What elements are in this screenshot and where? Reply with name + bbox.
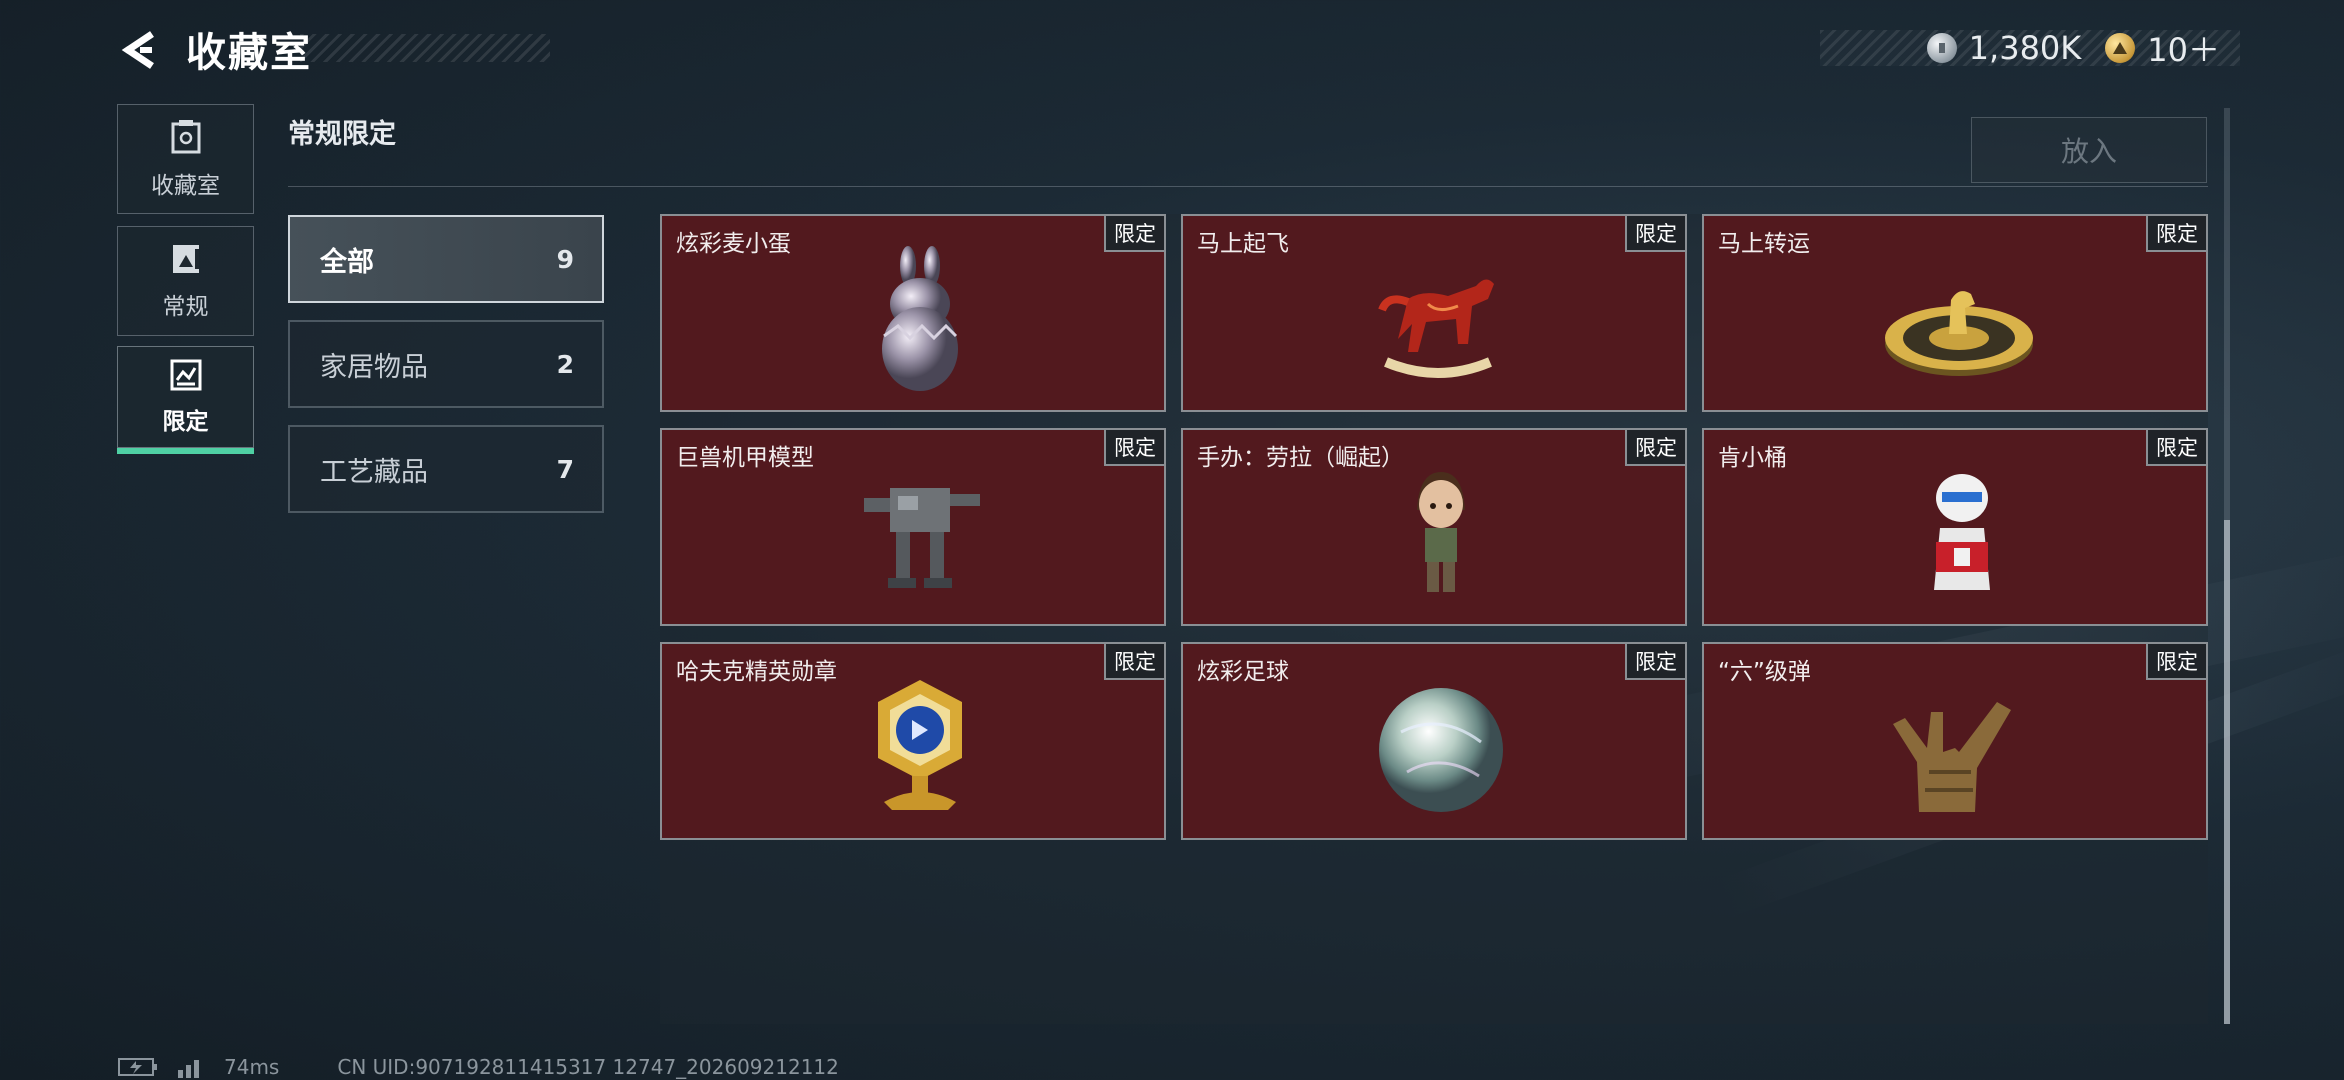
currency-bar: 1,380K 10＋ <box>1820 29 2240 69</box>
nav-item-collection-room[interactable]: 收藏室 <box>117 104 254 214</box>
limited-badge: 限定 <box>1625 644 1685 680</box>
gold-triangle-coin-icon <box>2105 33 2136 63</box>
golden-horse-wheel-icon <box>1885 291 2033 376</box>
nav-label: 收藏室 <box>151 173 220 199</box>
item-name: 炫彩麦小蛋 <box>676 231 791 257</box>
item-card[interactable]: 巨兽机甲模型 限定 <box>660 428 1166 626</box>
status-footer: 74ms CN UID:907192811415317 12747_202609… <box>118 1055 839 1079</box>
filter-home-items[interactable]: 家居物品 2 <box>288 320 604 408</box>
regular-album-icon <box>172 245 199 273</box>
nav-label: 限定 <box>162 409 209 435</box>
item-name: 马上起飞 <box>1197 231 1289 257</box>
page-title: 收藏室 <box>186 30 312 76</box>
signal-icon <box>178 1060 199 1078</box>
title-decoration <box>300 34 550 62</box>
colonel-bucket-figure-icon <box>1934 474 1990 590</box>
elite-medal-icon <box>878 680 962 810</box>
scrollbar-thumb[interactable] <box>2224 520 2230 1024</box>
limited-badge: 限定 <box>2146 430 2206 466</box>
limited-badge: 限定 <box>1104 430 1164 466</box>
limited-badge: 限定 <box>2146 216 2206 252</box>
limited-badge: 限定 <box>1104 644 1164 680</box>
item-name: 肯小桶 <box>1718 445 1787 471</box>
user-uid: CN UID:907192811415317 12747_20260921211… <box>337 1055 839 1079</box>
filter-label: 工艺藏品 <box>320 456 428 488</box>
item-card[interactable]: 肯小桶 限定 <box>1702 428 2208 626</box>
back-arrow-icon <box>121 31 154 69</box>
item-name: 哈夫克精英勋章 <box>676 659 837 685</box>
top-bar: 收藏室 1,380K 10＋ <box>0 0 2344 100</box>
limited-badge: 限定 <box>1104 216 1164 252</box>
item-card[interactable]: “六”级弹 限定 <box>1702 642 2208 840</box>
item-name: “六”级弹 <box>1718 659 1811 685</box>
silver-currency-value: 1,380K <box>1968 29 2082 67</box>
place-button[interactable]: 放入 <box>1971 117 2207 183</box>
filter-all[interactable]: 全部 9 <box>288 215 604 303</box>
section-title: 常规限定 <box>288 119 396 150</box>
item-name: 马上转运 <box>1718 231 1810 257</box>
limited-badge: 限定 <box>1625 216 1685 252</box>
ping-value: 74ms <box>224 1055 280 1079</box>
back-button[interactable] <box>112 22 168 78</box>
section-divider <box>288 186 2208 187</box>
silver-coin-icon <box>1926 33 1957 63</box>
battery-icon <box>118 1058 157 1076</box>
item-name: 巨兽机甲模型 <box>676 445 814 471</box>
item-name: 炫彩足球 <box>1197 659 1289 685</box>
nav-item-limited[interactable]: 限定 <box>117 346 254 448</box>
filter-label: 家居物品 <box>320 351 428 383</box>
golden-hand-sculpture-icon <box>1893 702 2011 812</box>
item-card[interactable]: 马上转运 限定 <box>1702 214 2208 412</box>
item-card[interactable]: 炫彩足球 限定 <box>1181 642 1687 840</box>
nav-label: 常规 <box>162 294 209 320</box>
item-card[interactable]: 哈夫克精英勋章 限定 <box>660 642 1166 840</box>
collection-room-icon <box>171 120 200 154</box>
filter-craft-collectibles[interactable]: 工艺藏品 7 <box>288 425 604 513</box>
item-card[interactable]: 炫彩麦小蛋 限定 <box>660 214 1166 412</box>
iridescent-ball-icon <box>1379 688 1503 812</box>
pearl-bunny-egg-icon <box>882 246 958 391</box>
gold-currency-value: 10＋ <box>2147 31 2220 69</box>
filter-count: 9 <box>556 244 574 274</box>
filter-count: 2 <box>556 349 574 379</box>
limited-badge: 限定 <box>2146 644 2206 680</box>
red-rocking-horse-icon <box>1378 279 1494 378</box>
item-card[interactable]: 马上起飞 限定 <box>1181 214 1687 412</box>
lara-figure-icon <box>1417 472 1465 592</box>
nav-active-indicator <box>117 448 254 454</box>
item-card[interactable]: 手办：劳拉（崛起） 限定 <box>1181 428 1687 626</box>
filter-count: 7 <box>556 454 574 484</box>
limited-frame-icon <box>170 359 201 391</box>
filter-label: 全部 <box>320 246 374 278</box>
nav-item-regular[interactable]: 常规 <box>117 226 254 336</box>
limited-badge: 限定 <box>1625 430 1685 466</box>
mech-model-icon <box>864 488 980 588</box>
